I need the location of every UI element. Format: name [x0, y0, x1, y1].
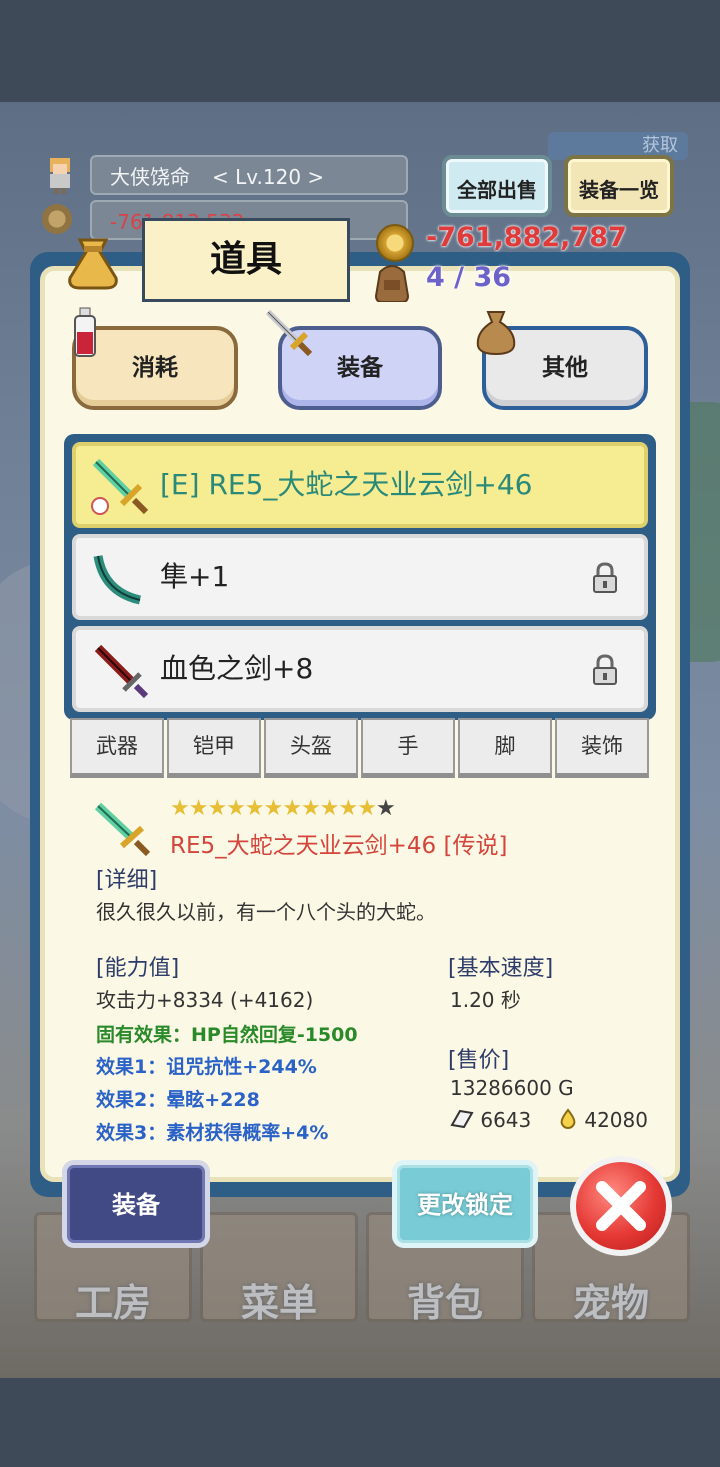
- serpent-sword-icon: [91, 458, 149, 515]
- sell-price: 13286600 G: [450, 1076, 574, 1100]
- close-button[interactable]: [570, 1156, 672, 1256]
- stone-count: 6643: [480, 1108, 532, 1132]
- item-label: 血色之剑+8: [160, 652, 314, 685]
- nav-menu-label: 菜单: [240, 1281, 317, 1325]
- effect-1: 效果1：诅咒抗性+244%: [96, 1056, 317, 1078]
- player-level: < Lv.120 >: [212, 165, 325, 189]
- change-lock-button[interactable]: 更改锁定: [392, 1160, 538, 1248]
- nav-pet-label: 宠物: [572, 1281, 649, 1325]
- close-icon: [596, 1181, 646, 1231]
- item-description: 很久很久以前，有一个八个头的大蛇。: [96, 900, 436, 924]
- equip-list-button[interactable]: 装备一览: [564, 155, 674, 217]
- slot-tab-helmet[interactable]: 头盔: [264, 718, 358, 778]
- sword-icon: [265, 309, 313, 357]
- attack-stat: 攻击力+8334 (+4162): [96, 988, 314, 1012]
- base-speed: 1.20 秒: [450, 988, 521, 1012]
- equip-button[interactable]: 装备: [62, 1160, 210, 1248]
- essence-drop-icon: [560, 1108, 576, 1130]
- panel-title: 道具: [142, 218, 350, 302]
- potion-icon: [74, 307, 96, 357]
- rarity-stars: ★★★★★★★★★★★★: [170, 796, 396, 821]
- slot-tab-foot[interactable]: 脚: [458, 718, 552, 778]
- list-item[interactable]: 隼+1: [72, 534, 648, 620]
- lock-icon[interactable]: [592, 654, 618, 686]
- sell-all-button[interactable]: 全部出售: [442, 155, 552, 217]
- player-name-box: 大侠饶命 < Lv.120 >: [90, 155, 408, 195]
- equipment-slot-tabs: 武器 铠甲 头盔 手 脚 装饰: [70, 718, 650, 780]
- status-bar-area: [0, 0, 720, 102]
- essence-count: 42080: [584, 1108, 648, 1132]
- speed-header: [基本速度]: [448, 956, 554, 981]
- hero-portrait-icon: [50, 158, 70, 194]
- blood-sword-icon: [94, 644, 149, 699]
- item-bag-icon: [68, 238, 118, 290]
- detail-sword-icon: [94, 802, 151, 856]
- item-label: 隼+1: [160, 560, 230, 593]
- slot-tab-accessory[interactable]: 装饰: [555, 718, 649, 778]
- detail-header: [详细]: [96, 868, 158, 893]
- material-values: 6643 42080: [450, 1108, 648, 1132]
- effect-2: 效果2：晕眩+228: [96, 1089, 260, 1111]
- ability-header: [能力值]: [96, 956, 180, 981]
- list-item-selected[interactable]: [E] RE5_大蛇之天业云剑+46: [72, 442, 648, 528]
- item-label: [E] RE5_大蛇之天业云剑+46: [160, 468, 533, 501]
- price-header: [售价]: [448, 1048, 510, 1073]
- stars-empty: ★: [375, 796, 396, 821]
- gold-coin-icon: [376, 224, 414, 262]
- nav-backpack-label: 背包: [406, 1281, 483, 1325]
- slot-tab-hand[interactable]: 手: [361, 718, 455, 778]
- bag-capacity: 4 / 36: [426, 262, 512, 293]
- gold-amount: -761,882,787: [426, 222, 627, 253]
- lock-icon[interactable]: [592, 562, 618, 594]
- effect-3: 效果3：素材获得概率+4%: [96, 1122, 329, 1144]
- detail-item-name: RE5_大蛇之天业云剑+46 [传说]: [170, 833, 508, 859]
- intrinsic-effect: 固有效果：HP自然回复-1500: [96, 1024, 358, 1046]
- nav-workshop-label: 工房: [74, 1281, 151, 1325]
- player-name: 大侠饶命: [110, 165, 190, 189]
- pouch-icon: [476, 311, 516, 356]
- backpack-icon: [374, 265, 410, 302]
- slot-tab-weapon[interactable]: 武器: [70, 718, 164, 778]
- slot-tab-armor[interactable]: 铠甲: [167, 718, 261, 778]
- stars-filled: ★★★★★★★★★★★: [170, 796, 377, 821]
- stone-icon: [450, 1109, 474, 1129]
- navigation-bar-area: [0, 1378, 720, 1467]
- curved-blade-icon: [93, 555, 142, 605]
- list-item[interactable]: 血色之剑+8: [72, 626, 648, 712]
